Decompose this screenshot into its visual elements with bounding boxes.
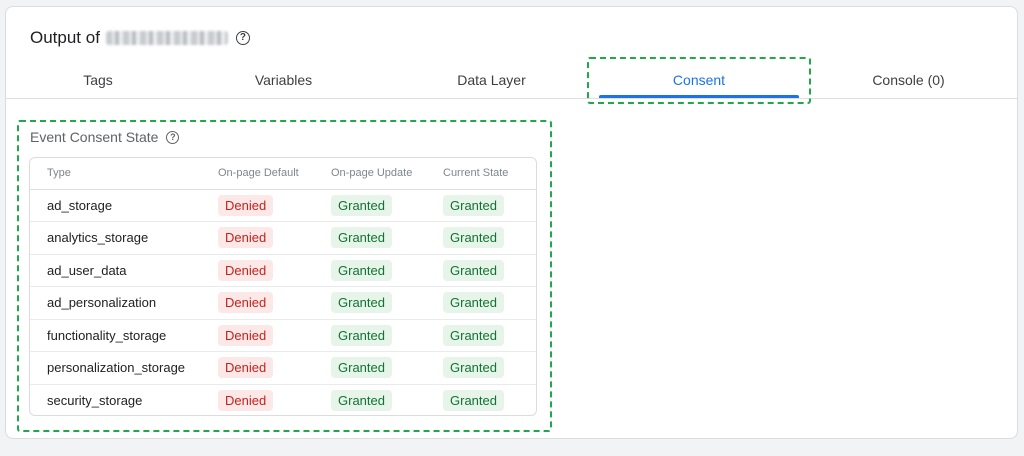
current-cell: Granted	[426, 189, 536, 222]
table-row: analytics_storage Denied Granted Granted	[30, 221, 536, 255]
panel-title-text: Output of	[30, 28, 100, 47]
status-badge: Granted	[443, 227, 504, 249]
tab-data-layer-label: Data Layer	[457, 72, 526, 88]
update-cell: Granted	[314, 319, 426, 352]
status-badge: Granted	[331, 357, 392, 379]
consent-type: functionality_storage	[30, 319, 201, 352]
tab-console[interactable]: Console (0)	[836, 61, 981, 99]
table-row: ad_user_data Denied Granted Granted	[30, 254, 536, 287]
default-cell: Denied	[201, 254, 314, 287]
consent-type: analytics_storage	[30, 221, 201, 255]
update-cell: Granted	[314, 254, 426, 287]
consent-type: security_storage	[47, 393, 143, 408]
tab-bar: Tags Variables Data Layer Consent Consol…	[6, 61, 1017, 99]
current-cell: Granted	[426, 221, 536, 255]
status-badge: Granted	[331, 324, 392, 346]
status-badge: Granted	[443, 357, 504, 379]
tab-variables[interactable]: Variables	[211, 61, 356, 99]
tab-consent-label: Consent	[672, 72, 726, 88]
column-header-current: Current State	[426, 158, 536, 190]
status-badge: Granted	[443, 259, 504, 281]
column-header-update: On-page Update	[314, 158, 426, 190]
status-badge: Denied	[218, 292, 274, 314]
default-cell: Denied	[201, 384, 314, 415]
status-badge: Granted	[443, 292, 504, 314]
update-cell: Granted	[314, 221, 426, 255]
status-badge: Granted	[331, 292, 392, 314]
table-row: ad_personalization Denied Granted Grante…	[30, 286, 536, 320]
consent-type: personalization_storage	[30, 351, 201, 385]
default-cell: Denied	[201, 221, 314, 255]
consent-table: Type On-page Default On-page Update Curr…	[29, 157, 537, 416]
panel-title: Output of ?	[30, 27, 250, 49]
status-badge: Denied	[218, 194, 274, 216]
default-cell: Denied	[201, 319, 314, 352]
output-panel: Output of ? Tags Variables Data Layer Co…	[5, 6, 1018, 439]
table-row: security_storage Denied Granted Granted	[30, 384, 536, 415]
status-badge: Granted	[443, 390, 504, 411]
status-badge: Denied	[218, 259, 274, 281]
section-title: Event Consent State ?	[30, 127, 180, 147]
status-badge: Granted	[443, 324, 504, 346]
table-row: functionality_storage Denied Granted Gra…	[30, 319, 536, 352]
default-cell: Denied	[201, 189, 314, 222]
status-badge: Denied	[218, 357, 274, 379]
status-badge: Granted	[331, 227, 392, 249]
consent-table-grid: Type On-page Default On-page Update Curr…	[30, 158, 536, 415]
status-badge: Denied	[218, 324, 274, 346]
table-row: ad_storage Denied Granted Granted	[30, 189, 536, 222]
update-cell: Granted	[314, 286, 426, 320]
consent-type: ad_user_data	[30, 254, 201, 287]
active-tab-indicator	[599, 95, 799, 98]
tab-data-layer[interactable]: Data Layer	[424, 61, 559, 99]
tab-tags[interactable]: Tags	[28, 61, 168, 99]
update-cell: Granted	[314, 189, 426, 222]
consent-type: ad_storage	[30, 189, 201, 222]
current-cell: Granted	[426, 384, 536, 415]
status-badge: Granted	[331, 259, 392, 281]
consent-type: ad_personalization	[30, 286, 201, 320]
update-cell: Granted	[314, 384, 426, 415]
default-cell: Denied	[201, 286, 314, 320]
table-row: personalization_storage Denied Granted G…	[30, 351, 536, 385]
update-cell: Granted	[314, 351, 426, 385]
tab-consent[interactable]: Consent	[599, 61, 799, 99]
current-cell: Granted	[426, 254, 536, 287]
redacted-container-name	[105, 31, 228, 45]
table-header-row: Type On-page Default On-page Update Curr…	[30, 158, 536, 190]
column-header-default: On-page Default	[201, 158, 314, 190]
tab-console-label: Console (0)	[872, 72, 945, 88]
status-badge: Granted	[443, 194, 504, 216]
help-circle-icon[interactable]: ?	[166, 130, 180, 144]
default-cell: Denied	[201, 351, 314, 385]
current-cell: Granted	[426, 286, 536, 320]
status-badge: Granted	[331, 194, 392, 216]
help-circle-icon[interactable]: ?	[235, 31, 250, 45]
tab-tags-label: Tags	[83, 72, 113, 88]
current-cell: Granted	[426, 351, 536, 385]
status-badge: Denied	[218, 227, 274, 249]
tab-variables-label: Variables	[254, 72, 313, 88]
current-cell: Granted	[426, 319, 536, 352]
section-title-text: Event Consent State	[30, 129, 159, 145]
status-badge: Denied	[218, 390, 274, 411]
column-header-type: Type	[30, 158, 201, 190]
status-badge: Granted	[331, 390, 392, 411]
